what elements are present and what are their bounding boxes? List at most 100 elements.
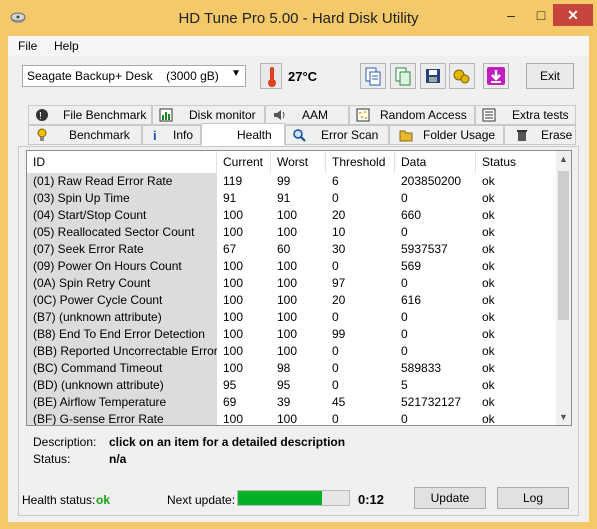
cell-data: 0 xyxy=(401,344,408,358)
tab-disk-monitor[interactable]: Disk monitor xyxy=(152,105,265,125)
cell-worst: 39 xyxy=(277,395,291,409)
svg-text:!: ! xyxy=(39,111,42,122)
cell-id: (01) Raw Read Error Rate xyxy=(27,173,217,190)
cell-current: 91 xyxy=(223,191,237,205)
cell-status: ok xyxy=(482,395,495,409)
health-panel: ID Current Worst Threshold Data Status (… xyxy=(18,146,579,516)
cell-worst: 100 xyxy=(277,310,298,324)
tab-folder-usage[interactable]: Folder Usage xyxy=(389,125,504,145)
cell-id: (B8) End To End Error Detection xyxy=(27,326,217,343)
menu-file[interactable]: File xyxy=(18,39,37,53)
cell-data: 616 xyxy=(401,293,422,307)
cell-status: ok xyxy=(482,208,495,222)
cell-data: 589833 xyxy=(401,361,442,375)
cell-data: 5 xyxy=(401,378,408,392)
table-row[interactable]: (B7) (unknown attribute) 100 100 0 0 ok xyxy=(27,309,557,326)
exit-button[interactable]: Exit xyxy=(526,63,574,89)
scroll-up-icon[interactable]: ▲ xyxy=(556,151,571,167)
table-row[interactable]: (09) Power On Hours Count 100 100 0 569 ok xyxy=(27,258,557,275)
progress-fill xyxy=(238,491,322,505)
scroll-down-icon[interactable]: ▼ xyxy=(556,409,571,425)
cell-status: ok xyxy=(482,242,495,256)
cell-worst: 100 xyxy=(277,327,298,341)
tab-error-scan[interactable]: Error Scan xyxy=(285,125,389,145)
column-header-data[interactable]: Data xyxy=(395,151,476,173)
scrollbar-thumb[interactable] xyxy=(558,171,569,320)
disk-monitor-icon xyxy=(159,108,173,122)
cell-status: ok xyxy=(482,310,495,324)
cell-worst: 95 xyxy=(277,378,291,392)
column-header-worst[interactable]: Worst xyxy=(271,151,326,173)
next-update-progress xyxy=(237,490,350,506)
minimize-button[interactable]: – xyxy=(497,4,525,26)
cell-current: 67 xyxy=(223,242,237,256)
save-icon xyxy=(426,69,440,83)
tab-random-access[interactable]: Random Access xyxy=(349,105,475,125)
table-row[interactable]: (BB) Reported Uncorrectable Errors 100 100… xyxy=(27,343,557,360)
thermometer-icon[interactable] xyxy=(260,63,282,89)
table-row[interactable]: (03) Spin Up Time 91 91 0 0 ok xyxy=(27,190,557,207)
download-button[interactable] xyxy=(483,63,509,89)
table-row[interactable]: (BC) Command Timeout 100 98 0 589833 ok xyxy=(27,360,557,377)
copy-screenshot-button[interactable] xyxy=(390,63,416,89)
log-button[interactable]: Log xyxy=(497,487,569,509)
cell-status: ok xyxy=(482,378,495,392)
tab-info[interactable]: i Info xyxy=(142,125,201,145)
benchmark-icon xyxy=(35,128,49,142)
tab-label: Extra tests xyxy=(512,108,569,122)
cell-data: 203850200 xyxy=(401,174,462,188)
client-area: File Help Seagate Backup+ Desk (3000 gB)… xyxy=(8,36,589,522)
tab-benchmark[interactable]: Benchmark xyxy=(28,125,142,145)
cell-status: ok xyxy=(482,361,495,375)
table-row[interactable]: (0A) Spin Retry Count 100 100 97 0 ok xyxy=(27,275,557,292)
table-row[interactable]: (0C) Power Cycle Count 100 100 20 616 ok xyxy=(27,292,557,309)
cell-current: 95 xyxy=(223,378,237,392)
copy-text-button[interactable] xyxy=(360,63,386,89)
svg-text:i: i xyxy=(153,128,157,142)
table-row[interactable]: (01) Raw Read Error Rate 119 99 6 203850200 o… xyxy=(27,173,557,190)
cell-current: 100 xyxy=(223,208,244,222)
cell-worst: 100 xyxy=(277,225,298,239)
close-button[interactable]: ✕ xyxy=(553,4,593,26)
title-bar[interactable]: HD Tune Pro 5.00 - Hard Disk Utility – □… xyxy=(0,0,597,36)
file-benchmark-icon: ! xyxy=(35,108,49,122)
save-button[interactable] xyxy=(420,63,446,89)
smart-table: ID Current Worst Threshold Data Status (… xyxy=(26,150,572,426)
cell-worst: 100 xyxy=(277,276,298,290)
table-row[interactable]: (B8) End To End Error Detection 100 100 99 0… xyxy=(27,326,557,343)
cell-status: ok xyxy=(482,174,495,188)
table-row[interactable]: (BF) G-sense Error Rate 100 100 0 0 ok xyxy=(27,411,557,426)
cell-id: (07) Seek Error Rate xyxy=(27,241,217,258)
description-label: Description: xyxy=(33,435,97,449)
cell-current: 100 xyxy=(223,225,244,239)
cell-current: 100 xyxy=(223,259,244,273)
column-header-current[interactable]: Current xyxy=(217,151,271,173)
tab-aam[interactable]: AAM xyxy=(265,105,349,125)
menu-help[interactable]: Help xyxy=(54,39,79,53)
tab-extra-tests[interactable]: Extra tests xyxy=(475,105,576,125)
column-header-threshold[interactable]: Threshold xyxy=(326,151,395,173)
cell-current: 100 xyxy=(223,276,244,290)
cell-status: ok xyxy=(482,412,495,426)
column-header-id[interactable]: ID xyxy=(27,151,217,173)
cell-status: ok xyxy=(482,344,495,358)
cell-threshold: 20 xyxy=(332,208,346,222)
tab-erase[interactable]: Erase xyxy=(504,125,576,145)
maximize-button[interactable]: □ xyxy=(527,4,555,26)
table-row[interactable]: (04) Start/Stop Count 100 100 20 660 ok xyxy=(27,207,557,224)
table-row[interactable]: (BE) Airflow Temperature 69 39 45 521732127 o… xyxy=(27,394,557,411)
cell-data: 5937537 xyxy=(401,242,448,256)
cell-id: (BF) G-sense Error Rate xyxy=(27,411,217,425)
cell-status: ok xyxy=(482,191,495,205)
vertical-scrollbar[interactable]: ▲ ▼ xyxy=(556,151,571,425)
table-row[interactable]: (BD) (unknown attribute) 95 95 0 5 ok xyxy=(27,377,557,394)
tab-health[interactable]: Health xyxy=(201,123,285,146)
cell-current: 100 xyxy=(223,412,244,426)
options-button[interactable] xyxy=(449,63,475,89)
table-row[interactable]: (05) Reallocated Sector Count 100 100 10 0 ok xyxy=(27,224,557,241)
tab-file-benchmark[interactable]: ! File Benchmark xyxy=(28,105,152,125)
drive-select[interactable]: Seagate Backup+ Desk (3000 gB) ▼ xyxy=(22,65,246,87)
table-row[interactable]: (07) Seek Error Rate 67 60 30 5937537 ok xyxy=(27,241,557,258)
column-header-status[interactable]: Status xyxy=(476,151,557,173)
update-button[interactable]: Update xyxy=(414,487,486,509)
